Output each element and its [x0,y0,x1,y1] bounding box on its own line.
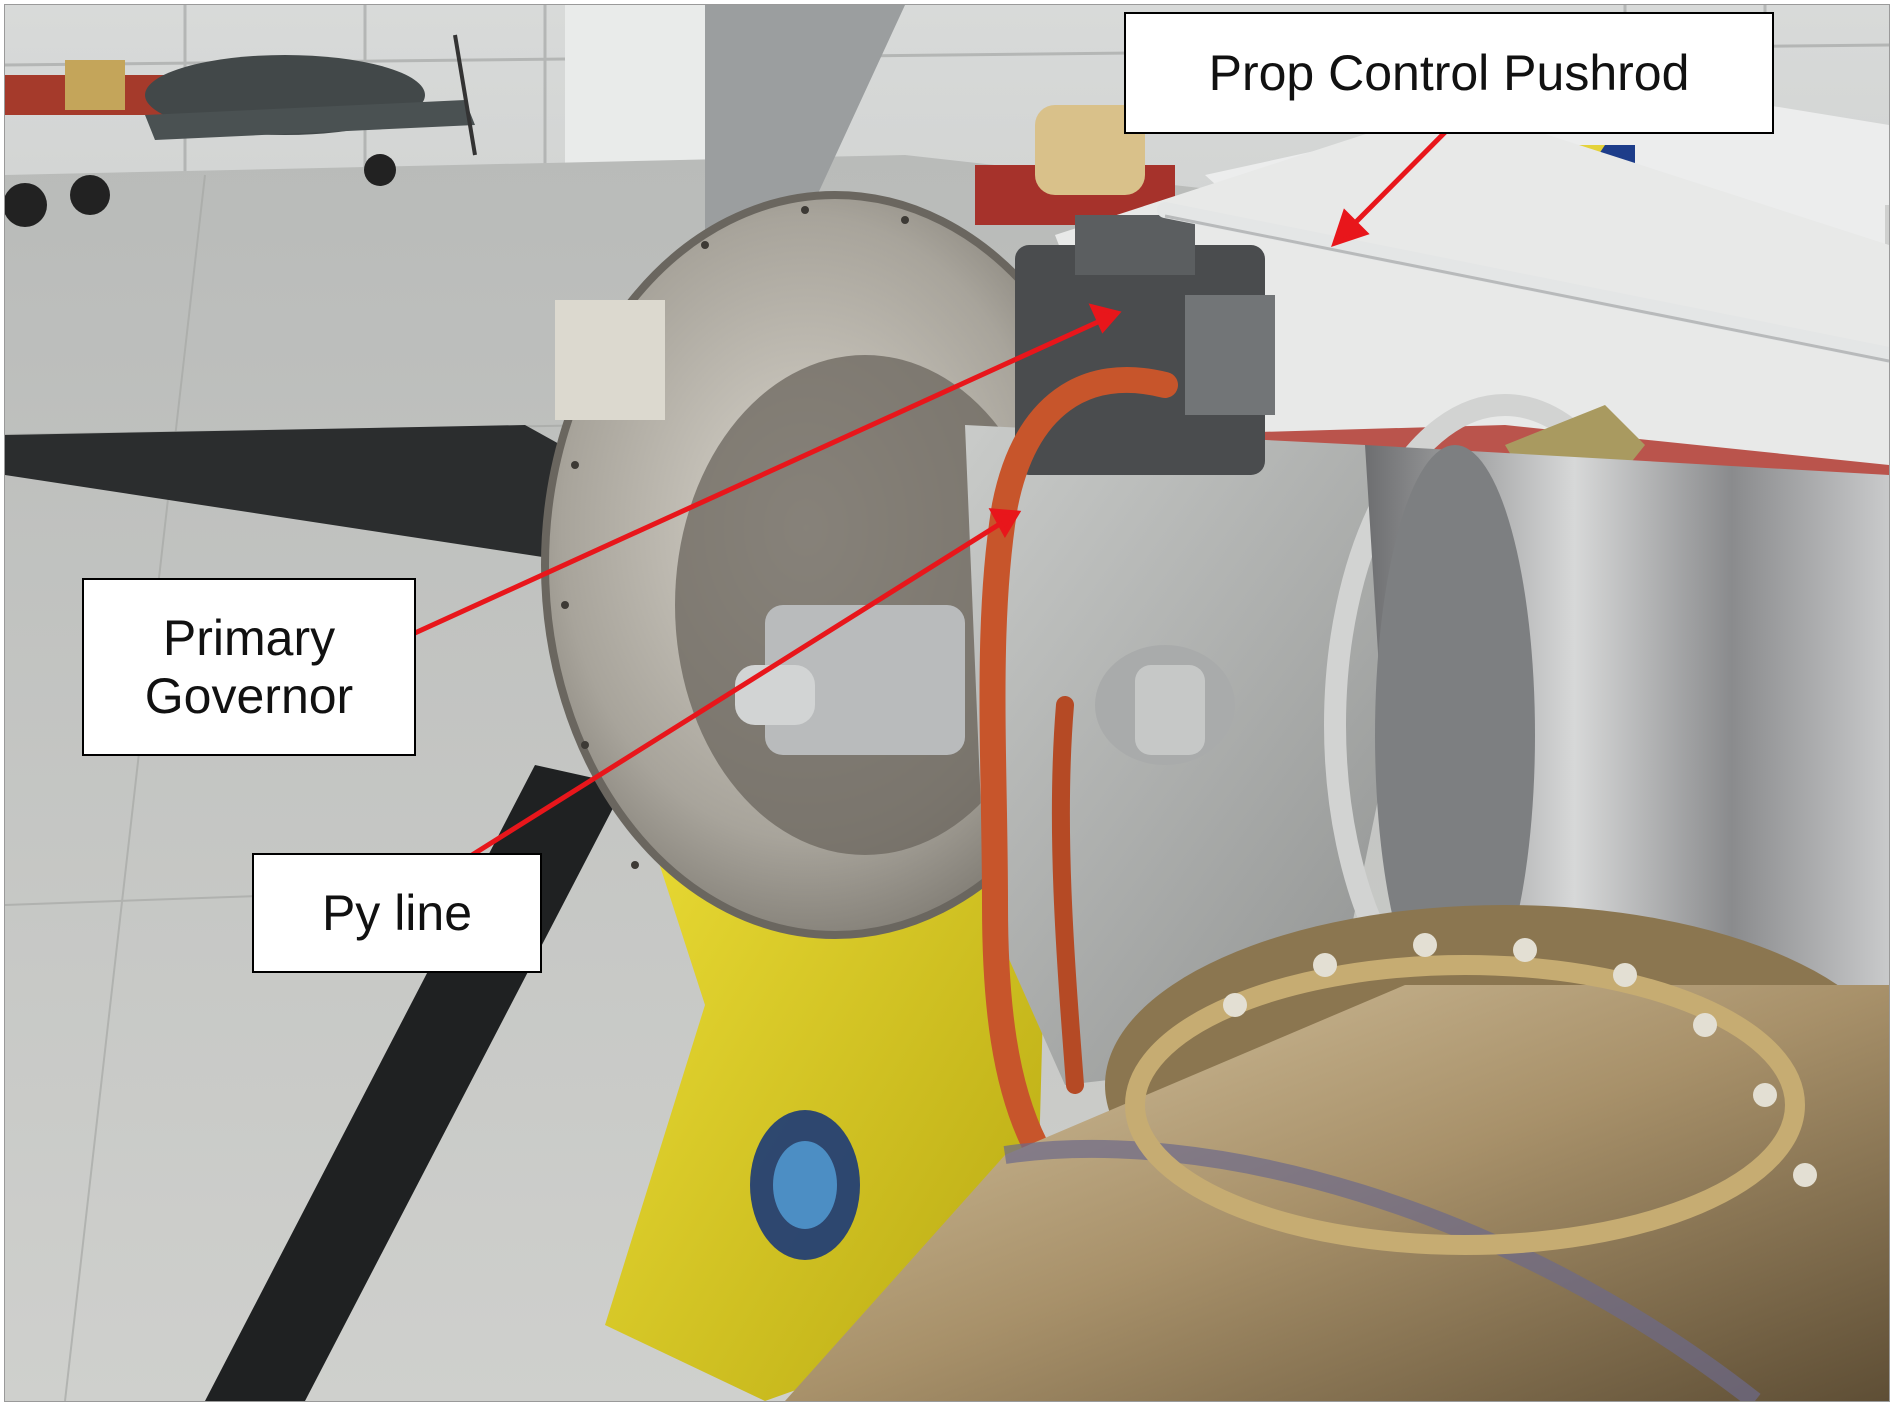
callout-py-line: Py line [252,853,542,973]
callout-primary-governor: Primary Governor [82,578,416,756]
callout-prop-control-pushrod-label: Prop Control Pushrod [1208,45,1690,101]
callout-primary-governor-line1: Primary [162,610,336,666]
callout-primary-governor-line2: Governor [144,668,354,724]
callout-prop-control-pushrod: Prop Control Pushrod [1124,12,1774,134]
callout-py-line-label: Py line [321,885,473,941]
